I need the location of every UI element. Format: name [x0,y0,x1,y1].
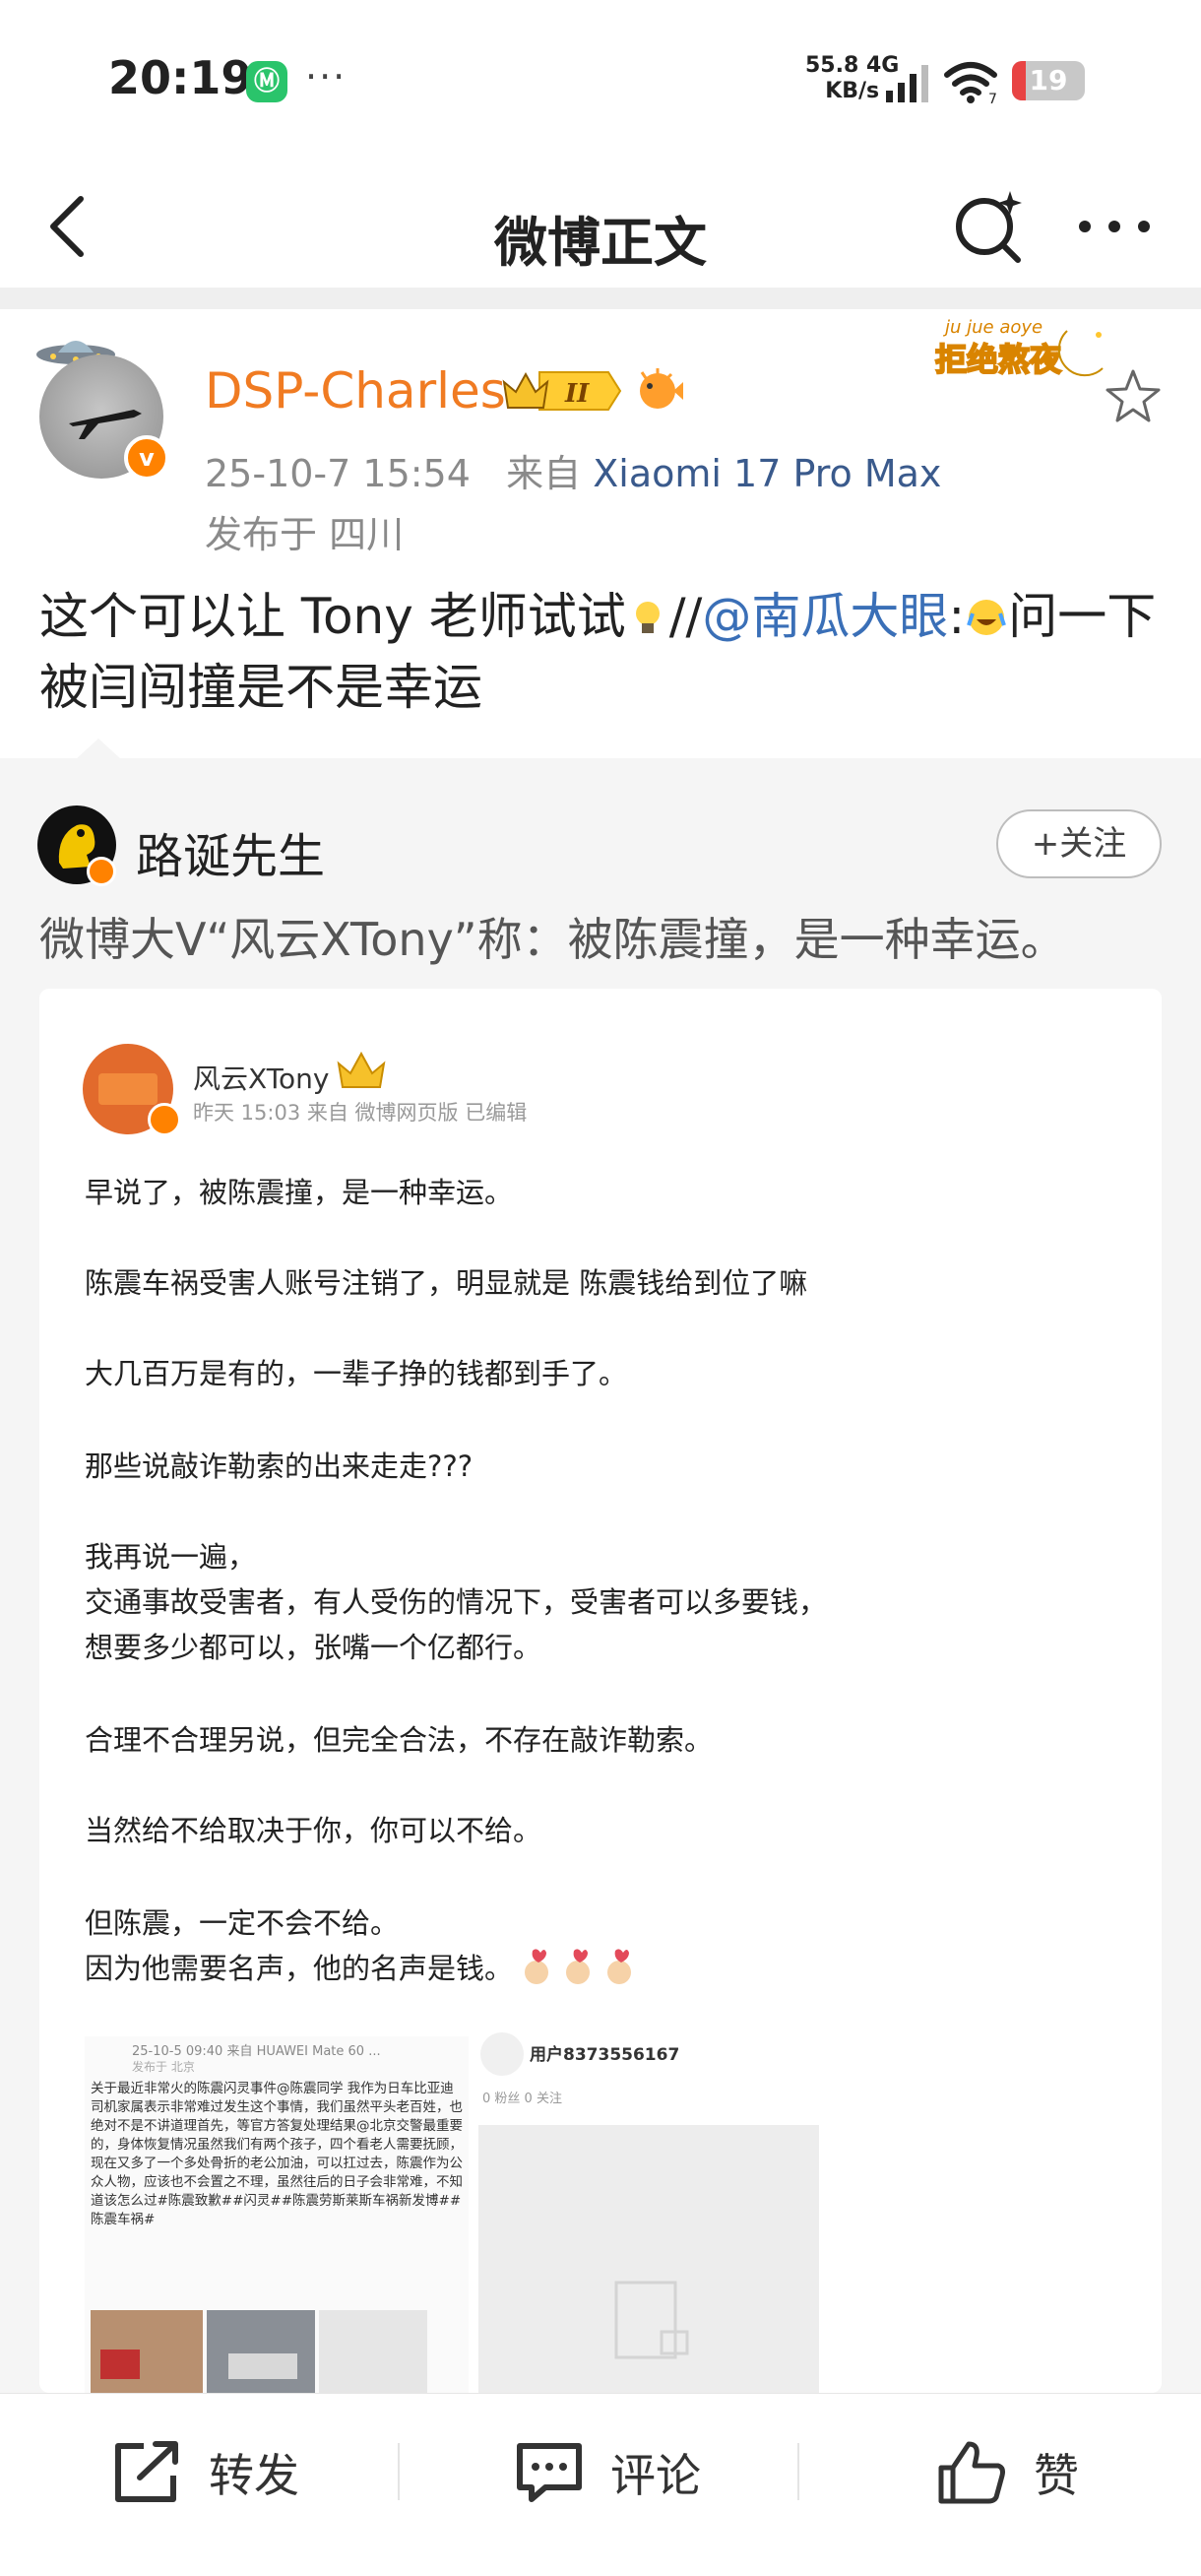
nested-user-stats: 0 粉丝 0 关注 [482,2092,562,2106]
laugh-cry-icon [967,600,1007,635]
post-text-part1: 这个可以让 Tony 老师试试 [39,588,626,645]
embed-line: 交通事故受害者，有人受伤的情况下，受害者可以多要钱， [85,1585,828,1619]
search-sparkle-icon[interactable] [951,185,1028,268]
comment-label: 评论 [610,2449,701,2502]
vip-level: II [564,379,590,409]
finger-heart-icon [607,1949,632,1984]
embed-line: 合理不合理另说，但完全合法，不存在敲诈勒索。 [85,1723,714,1757]
post-text: 这个可以让 Tony 老师试试//@南瓜大眼: 问一下被闫闯撞是不是幸运 [39,581,1162,723]
moon-icon [1057,330,1104,377]
mention-link[interactable]: @南瓜大眼 [702,588,948,645]
verified-badge-icon [87,857,116,886]
embed-line: 陈震车祸受害人账号注销了，明显就是 陈震钱给到位了嘛 [85,1266,808,1300]
more-notifications-icon: ··· [305,55,348,98]
status-time: 20:19 [108,51,253,104]
embed-line: 那些说敲诈勒索的出来走走??? [85,1449,474,1483]
embedded-image[interactable]: 风云XTony 昨天 15:03 来自 微博网页版 已编辑 早说了，被陈震撞，是… [39,989,1162,2393]
post-device[interactable]: Xiaomi 17 Pro Max [593,452,941,495]
embed-line: 因为他需要名声，他的名声是钱。 [85,1946,637,1987]
signal-icon [886,65,928,102]
post-location: 发布于 四川 [205,513,405,556]
embed-line: 当然给不给取决于你，你可以不给。 [85,1814,542,1847]
post-date: 25-10-7 15:54 [205,452,471,495]
embed-meta: 昨天 15:03 来自 微博网页版 已编辑 [193,1101,528,1125]
nested-empty-placeholder [478,2125,819,2393]
finger-heart-icon [566,1949,591,1984]
thumbs-up-icon [938,2441,1005,2504]
repost-author[interactable]: 路诞先生 [136,817,325,886]
nested-screenshot-left: 25-10-5 09:40 来自 HUAWEI Mate 60 ... 发布于 … [85,2036,469,2393]
post-meta: 25-10-7 15:54 来自 Xiaomi 17 Pro Max [205,443,941,497]
comment-icon [517,2443,582,2502]
nested-photos [91,2310,427,2393]
embed-line: 想要多少都可以，张嘴一个亿都行。 [85,1631,542,1664]
lock-document-icon [614,2281,689,2359]
follow-button[interactable]: +关注 [996,809,1162,878]
embed-line: 早说了，被陈震撞，是一种幸运。 [85,1176,514,1209]
status-bar: 20:19 Ⓜ ··· 55.8 4G KB/s 7 19 [0,0,1201,158]
embed-author: 风云XTony [193,1063,330,1095]
pufferfish-icon [640,368,683,409]
battery-icon: 19 [1012,61,1085,100]
nested-sub: 发布于 北京 [132,2060,195,2074]
vip-crown-icon[interactable]: II [500,366,622,416]
repost-button[interactable]: 转发 [110,2394,299,2551]
embed-line: 大几百万是有的，一辈子挣的钱都到手了。 [85,1357,628,1390]
embed-line-text: 因为他需要名声，他的名声是钱。 [85,1952,514,1985]
embed-line: 但陈震，一定不会不给。 [85,1906,400,1940]
action-separator [797,2443,799,2500]
author-name[interactable]: DSP-Charles [205,362,506,419]
more-icon[interactable] [1075,207,1154,246]
nav-bar: 微博正文 [0,167,1201,286]
repost-label: 转发 [209,2449,299,2502]
finger-heart-icon [525,1949,549,1984]
nested-user-avatar [480,2032,524,2076]
speed-value: 55.8 [805,53,859,78]
section-divider [0,288,1201,309]
wifi-icon: 7 [944,62,997,104]
post-text-part3: : [948,588,966,645]
repost-text[interactable]: 微博大V“风云XTony”称：被陈震撞，是一种幸运。 [39,908,1171,971]
bottom-action-bar: 转发 评论 赞 [0,2393,1201,2576]
verified-badge-icon [148,1103,181,1136]
action-separator [398,2443,400,2500]
sticker-text: 拒绝熬夜 [934,340,1062,379]
lightbulb-icon [635,602,660,633]
app-notification-icon: Ⓜ [246,61,287,102]
like-button[interactable]: 赞 [935,2394,1079,2551]
crown-icon [337,1051,386,1088]
wifi-badge: 7 [988,92,997,104]
speed-unit: KB/s [825,79,880,103]
comment-button[interactable]: 评论 [512,2394,701,2551]
verified-badge-icon: v [124,435,169,481]
nested-body: 关于最近非常火的陈震闪灵事件@陈震同学 我作为日车比亚迪司机家属表示非常难过发生… [91,2081,463,2227]
share-icon [115,2441,178,2502]
nested-user-name: 用户8373556167 [530,2045,680,2065]
battery-level: 19 [1029,64,1068,97]
embed-line: 我再说一遍， [85,1540,257,1574]
star-icon[interactable] [1103,366,1164,425]
like-label: 赞 [1034,2449,1079,2502]
post-text-part2: // [668,588,703,645]
repost-pointer [75,739,122,760]
source-prefix: 来自 [506,452,582,495]
nested-header: 25-10-5 09:40 来自 HUAWEI Mate 60 ... [132,2044,381,2059]
